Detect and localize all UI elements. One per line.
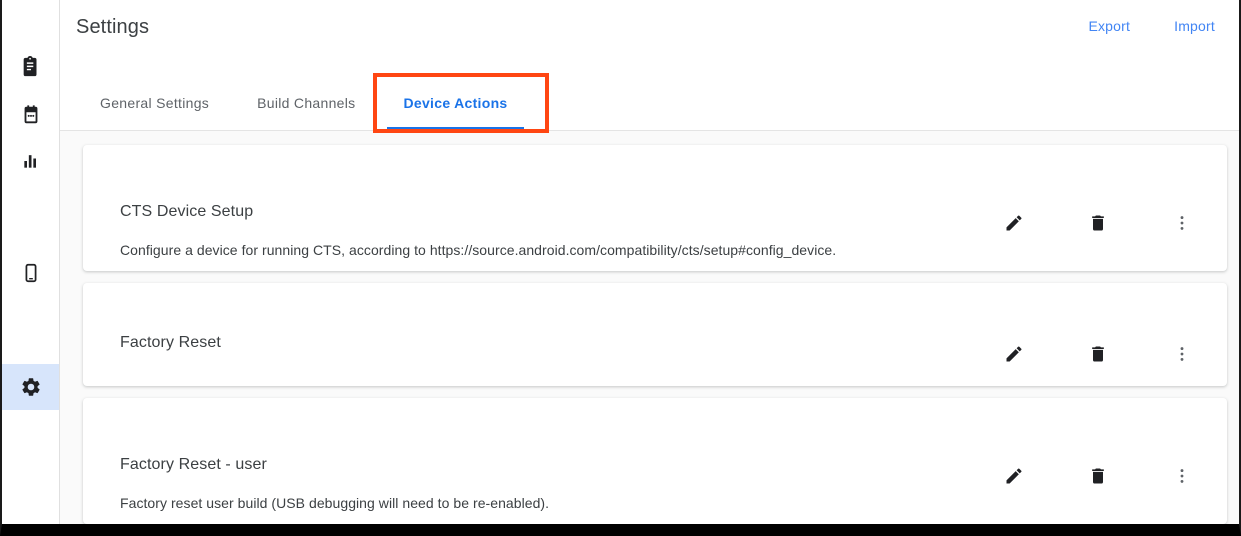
- device-phone-icon: [20, 262, 42, 284]
- sidebar-item-devices[interactable]: [2, 250, 59, 296]
- card-description: Factory reset user build (USB debugging …: [120, 495, 550, 511]
- tab-bar: General Settings Build Channels Device A…: [76, 76, 532, 130]
- page-header: Settings Export Import General Settings …: [60, 0, 1239, 131]
- tab-build-channels[interactable]: Build Channels: [233, 76, 379, 130]
- sidebar-item-calendar[interactable]: [2, 92, 59, 138]
- clipboard-icon: [20, 56, 42, 78]
- more-options-icon[interactable]: [1170, 342, 1194, 366]
- calendar-icon: [20, 104, 42, 126]
- gear-icon: [20, 376, 42, 398]
- tab-device-actions[interactable]: Device Actions: [379, 76, 531, 130]
- card-actions: [1002, 211, 1194, 235]
- header-actions: Export Import: [1088, 18, 1215, 34]
- more-options-icon[interactable]: [1170, 211, 1194, 235]
- bar-chart-icon: [21, 151, 41, 171]
- export-link[interactable]: Export: [1088, 18, 1130, 34]
- card-description: Configure a device for running CTS, acco…: [120, 242, 837, 258]
- tab-general-settings[interactable]: General Settings: [76, 76, 233, 130]
- settings-app: Settings Export Import General Settings …: [0, 0, 1241, 536]
- delete-icon[interactable]: [1086, 464, 1110, 488]
- more-options-icon[interactable]: [1170, 464, 1194, 488]
- card-actions: [1002, 464, 1194, 488]
- card-title: Factory Reset: [120, 334, 221, 351]
- card-title: Factory Reset - user: [120, 456, 267, 473]
- device-action-card[interactable]: Factory Reset: [83, 283, 1227, 386]
- edit-icon[interactable]: [1002, 211, 1026, 235]
- card-title: CTS Device Setup: [120, 203, 254, 220]
- sidebar-item-reports[interactable]: [2, 138, 59, 184]
- delete-icon[interactable]: [1086, 342, 1110, 366]
- import-link[interactable]: Import: [1174, 18, 1215, 34]
- device-action-card[interactable]: Factory Reset - user Factory reset user …: [83, 398, 1227, 524]
- edit-icon[interactable]: [1002, 342, 1026, 366]
- device-actions-list: CTS Device Setup Configure a device for …: [60, 131, 1239, 524]
- edit-icon[interactable]: [1002, 464, 1026, 488]
- device-action-card[interactable]: CTS Device Setup Configure a device for …: [83, 145, 1227, 271]
- sidebar-item-settings[interactable]: [2, 364, 59, 410]
- delete-icon[interactable]: [1086, 211, 1110, 235]
- sidebar: [2, 0, 60, 524]
- sidebar-item-clipboard[interactable]: [2, 44, 59, 90]
- card-actions: [1002, 342, 1194, 366]
- page-title: Settings: [76, 16, 150, 38]
